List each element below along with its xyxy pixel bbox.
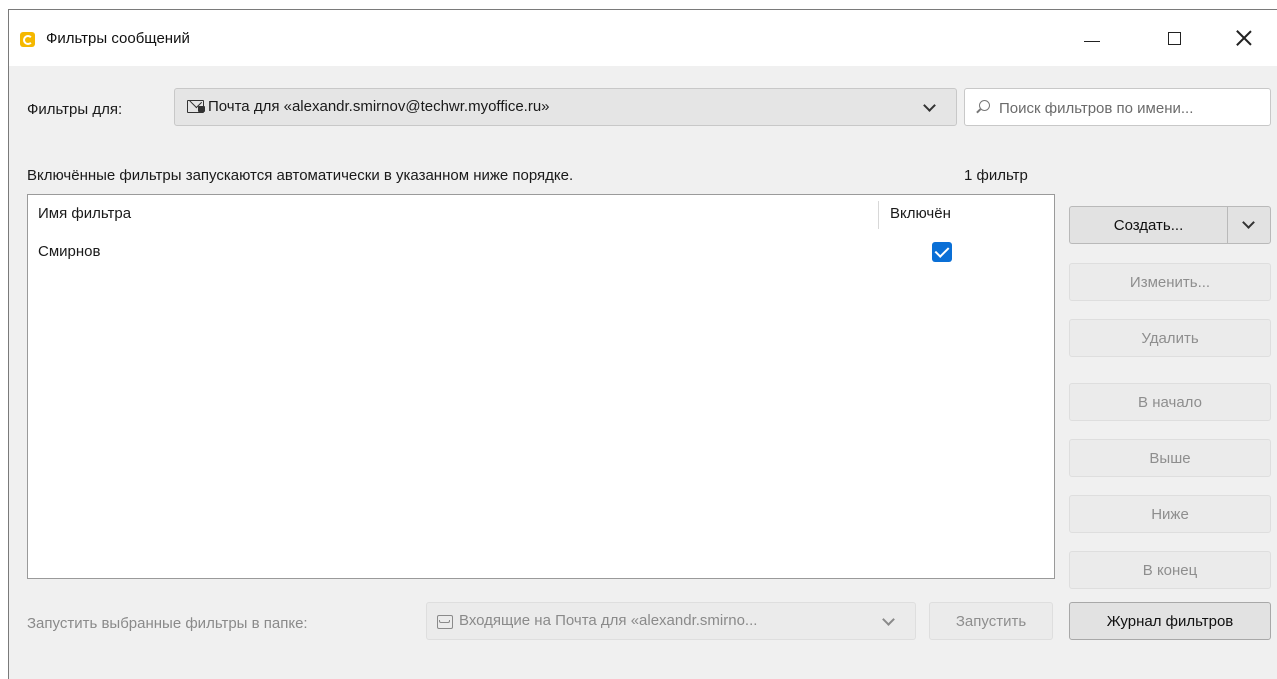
minimize-icon (1084, 40, 1100, 42)
message-filters-window: Фильтры сообщений Фильтры для: Почта для… (8, 9, 1277, 679)
lock-badge-icon (198, 106, 205, 112)
edit-button[interactable]: Изменить... (1069, 263, 1271, 301)
inbox-icon (437, 615, 453, 629)
run-in-folder-label: Запустить выбранные фильтры в папке: (27, 615, 308, 632)
filter-count: 1 фильтр (964, 167, 1028, 184)
column-header-name[interactable]: Имя фильтра (38, 205, 131, 222)
account-select-value: Почта для «alexandr.smirnov@techwr.myoff… (208, 98, 550, 115)
account-select[interactable]: Почта для «alexandr.smirnov@techwr.myoff… (174, 88, 957, 126)
chevron-down-icon (923, 99, 936, 112)
auto-run-info-text: Включённые фильтры запускаются автоматич… (27, 167, 574, 184)
window-title: Фильтры сообщений (46, 30, 190, 47)
filter-search-box[interactable] (964, 88, 1271, 126)
minimize-button[interactable] (1069, 18, 1115, 58)
column-header-enabled[interactable]: Включён (890, 205, 951, 222)
run-button[interactable]: Запустить (929, 602, 1053, 640)
folder-select[interactable]: Входящие на Почта для «alexandr.smirno..… (426, 602, 916, 640)
filter-enabled-checkbox[interactable] (932, 242, 952, 262)
move-up-button[interactable]: Выше (1069, 439, 1271, 477)
chevron-down-icon (882, 613, 895, 626)
maximize-button[interactable] (1151, 18, 1197, 58)
filter-search-input[interactable] (997, 96, 1271, 120)
create-dropdown-button[interactable] (1227, 206, 1271, 244)
filters-for-label: Фильтры для: (27, 101, 123, 118)
move-to-bottom-button[interactable]: В конец (1069, 551, 1271, 589)
filter-list[interactable]: Имя фильтра Включён Смирнов (27, 194, 1055, 579)
chevron-down-icon (1242, 216, 1255, 229)
close-icon (1236, 30, 1252, 46)
filter-name: Смирнов (38, 243, 101, 260)
create-button[interactable]: Создать... (1069, 206, 1227, 244)
delete-button[interactable]: Удалить (1069, 319, 1271, 357)
title-bar: Фильтры сообщений (9, 10, 1277, 66)
folder-select-value: Входящие на Почта для «alexandr.smirno..… (459, 612, 758, 629)
filter-log-button[interactable]: Журнал фильтров (1069, 602, 1271, 640)
app-logo-icon (20, 32, 35, 47)
column-divider[interactable] (878, 201, 879, 229)
move-down-button[interactable]: Ниже (1069, 495, 1271, 533)
search-icon (979, 100, 990, 111)
maximize-icon (1167, 31, 1181, 45)
close-button[interactable] (1221, 18, 1267, 58)
table-row[interactable]: Смирнов (29, 242, 1053, 269)
move-to-top-button[interactable]: В начало (1069, 383, 1271, 421)
